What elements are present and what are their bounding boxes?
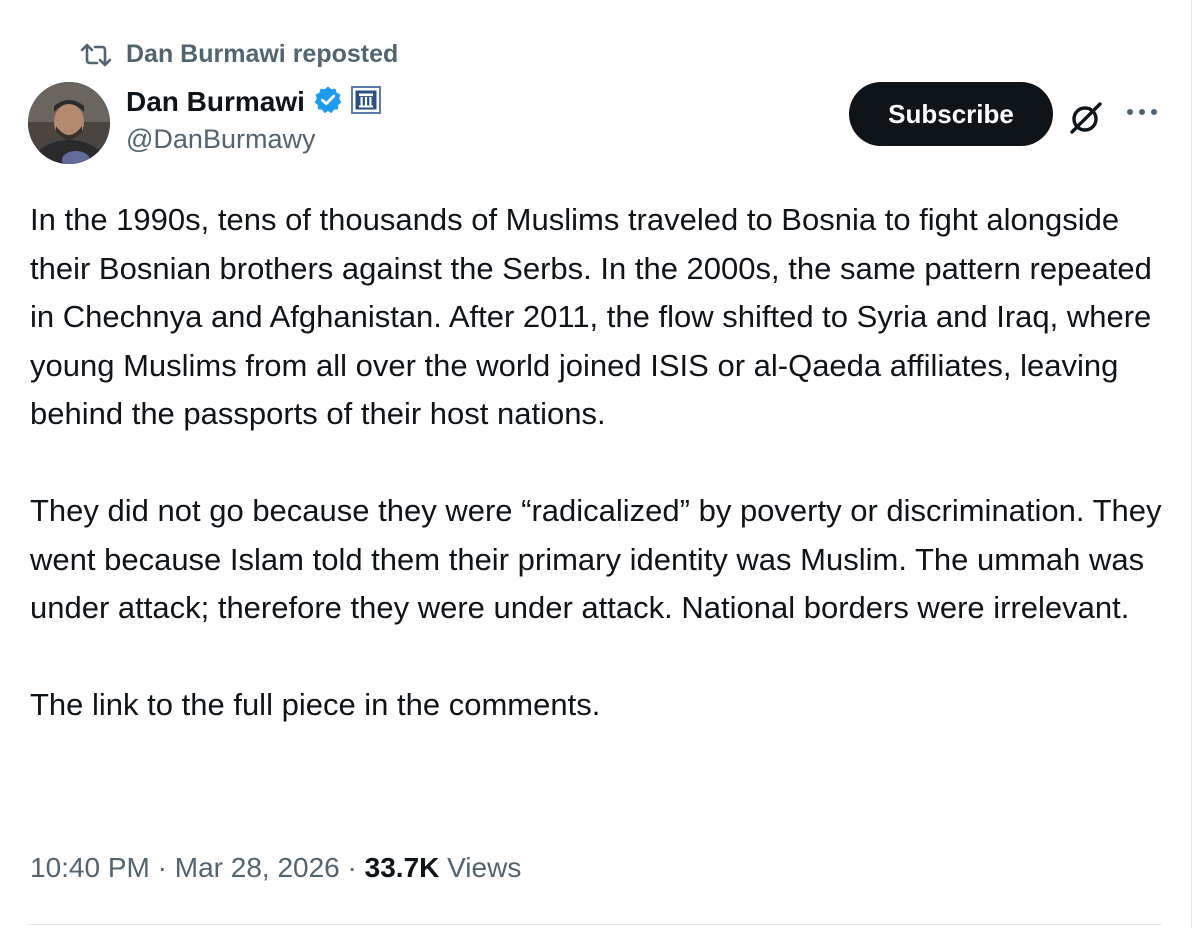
- avatar[interactable]: [28, 82, 110, 164]
- author-block: Dan Burmawi @DanBurmawy: [126, 82, 381, 155]
- tweet-meta: 10:40 PM · Mar 28, 2026 · 33.7K Views: [30, 852, 521, 884]
- meta-separator: ·: [149, 852, 175, 883]
- divider: [28, 924, 1162, 925]
- tweet-text: In the 1990s, tens of thousands of Musli…: [30, 196, 1180, 730]
- more-options-icon[interactable]: [1124, 100, 1160, 129]
- tweet-time[interactable]: 10:40 PM: [30, 852, 150, 883]
- tweet-page: Dan Burmawi reposted Dan Burmawi @DanBur…: [0, 0, 1196, 928]
- grok-icon[interactable]: [1066, 98, 1106, 143]
- tweet-date[interactable]: Mar 28, 2026: [175, 852, 340, 883]
- views-count[interactable]: 33.7K: [365, 852, 440, 883]
- author-display-name[interactable]: Dan Burmawi: [126, 86, 305, 118]
- meta-separator: ·: [339, 852, 365, 883]
- views-label: Views: [447, 852, 522, 883]
- author-name-row: Dan Burmawi: [126, 82, 381, 122]
- verified-badge-icon[interactable]: [313, 85, 343, 120]
- affiliate-badge-icon[interactable]: [351, 85, 381, 119]
- tweet-paragraph: They did not go because they were “radic…: [30, 493, 1162, 625]
- tweet-paragraph: The link to the full piece in the commen…: [30, 687, 601, 722]
- repost-indicator[interactable]: Dan Burmawi reposted: [80, 40, 398, 69]
- tweet-paragraph: In the 1990s, tens of thousands of Musli…: [30, 202, 1152, 431]
- author-handle[interactable]: @DanBurmawy: [126, 124, 381, 155]
- repost-icon: [80, 42, 112, 68]
- repost-label: Dan Burmawi reposted: [126, 40, 399, 68]
- subscribe-button[interactable]: Subscribe: [849, 82, 1053, 146]
- column-border: [1191, 0, 1192, 928]
